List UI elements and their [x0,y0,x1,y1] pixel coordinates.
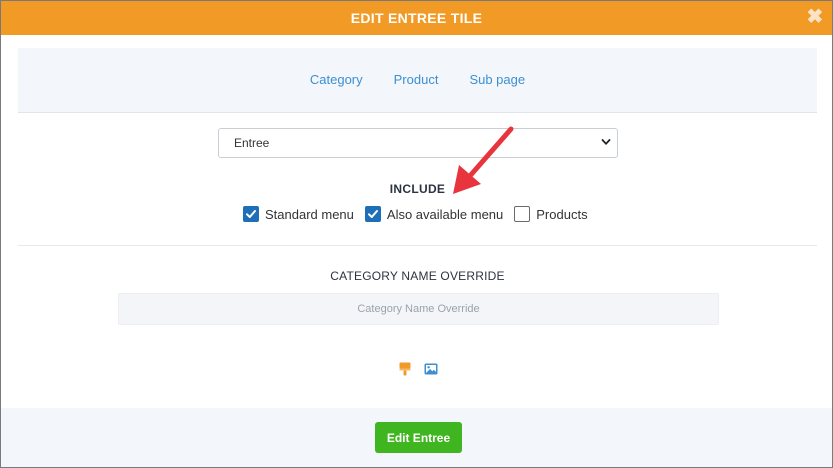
tile-type-tabs: Category Product Sub page [18,72,817,87]
include-products[interactable]: Products [514,206,588,222]
edit-entree-tile-modal: EDIT ENTREE TILE ✖ Category Product Sub … [0,0,833,468]
check-icon [246,210,256,218]
chevron-down-icon [601,139,611,145]
paint-brush-icon[interactable] [398,362,412,376]
category-name-override-heading: CATEGORY NAME OVERRIDE [330,269,505,283]
image-icon[interactable] [424,362,438,376]
include-options: Standard menu Also available menu Produc… [243,204,599,224]
category-name-override-input[interactable] [118,293,719,325]
standard-menu-label: Standard menu [265,206,354,222]
tile-type-tabs-panel: Category Product Sub page [18,48,817,113]
also-available-menu-label: Also available menu [386,206,504,222]
products-label: Products [536,206,588,222]
include-standard-menu[interactable]: Standard menu [243,206,354,222]
tab-sub-page[interactable]: Sub page [469,72,525,87]
modal-title: EDIT ENTREE TILE [350,10,483,26]
include-also-available-menu[interactable]: Also available menu [364,206,504,222]
category-select[interactable]: Entree [218,128,618,158]
tile-style-tools [398,361,438,377]
products-checkbox[interactable] [514,206,531,222]
tab-category[interactable]: Category [310,72,363,87]
category-select-value: Entree [234,136,270,150]
include-heading: INCLUDE [389,182,446,196]
check-icon [367,210,378,218]
standard-menu-checkbox[interactable] [243,206,259,222]
also-available-menu-checkbox[interactable] [364,206,381,222]
edit-entree-button[interactable]: Edit Entree [375,422,462,453]
tab-product[interactable]: Product [394,72,439,87]
section-divider [18,245,817,246]
close-icon[interactable]: ✖ [806,6,824,28]
modal-header: EDIT ENTREE TILE ✖ [1,1,832,35]
